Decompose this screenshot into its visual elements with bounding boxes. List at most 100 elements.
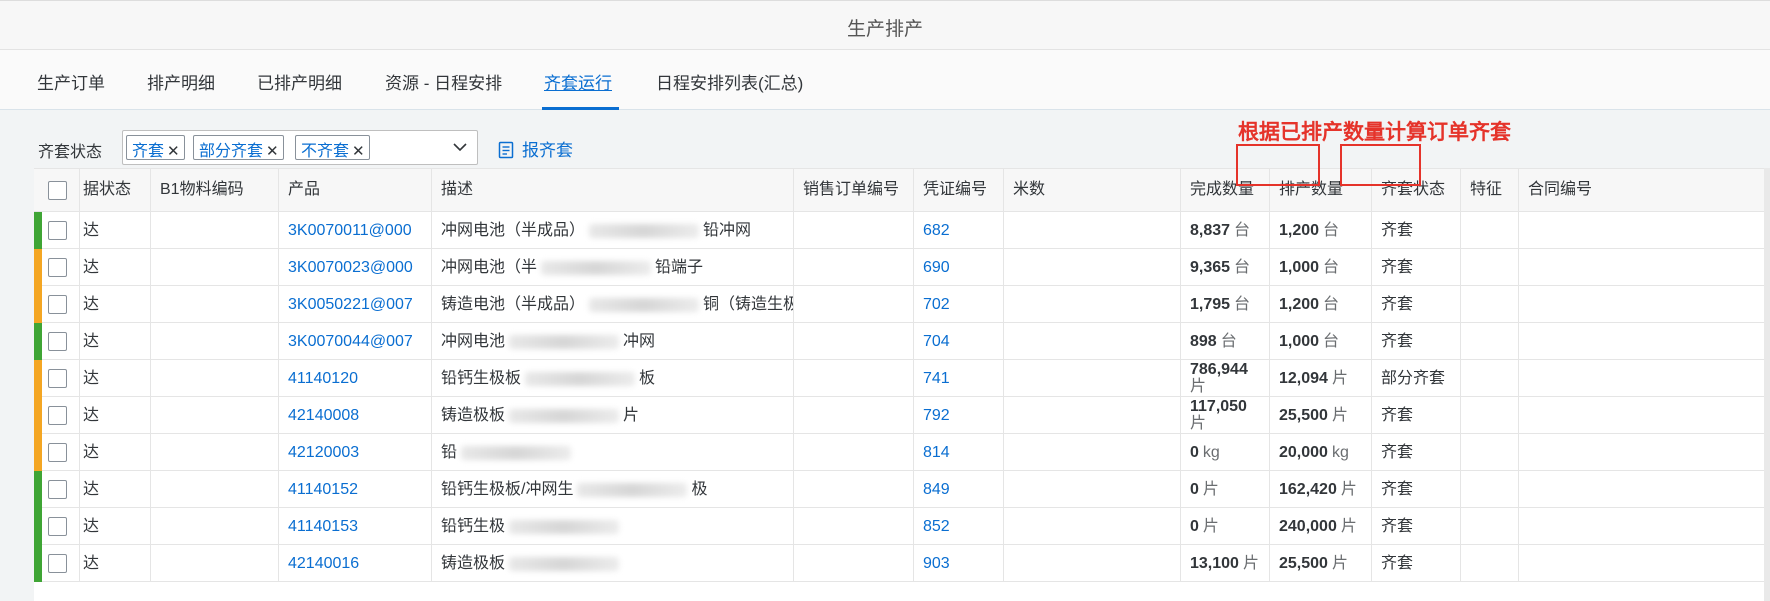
row-checkbox[interactable] (48, 443, 67, 462)
cell-meters (1004, 360, 1181, 397)
tab-scheduled-detail[interactable]: 已排产明细 (257, 69, 342, 94)
tab-schedule-list-summary[interactable]: 日程安排列表(汇总) (656, 69, 803, 94)
column-header-voucher[interactable]: 凭证编号 (914, 169, 1004, 212)
cell-product[interactable]: 41140152 (279, 471, 432, 508)
cell-b1-material-code (151, 360, 279, 397)
table-row[interactable]: 达3K0050221@007铸造电池（半成品）铜（铸造生极板）7021,795台… (34, 286, 1770, 323)
column-header-description[interactable]: 描述 (432, 169, 794, 212)
table-row[interactable]: 达 3K0070023@000 冲网电池（半 铅端子 690 9,365 台 1,000 台齐套 (34, 249, 1770, 286)
cell-product[interactable]: 41140120 (279, 360, 432, 397)
cell-voucher-text: 814 (923, 444, 950, 461)
cell-voucher[interactable]: 849 (914, 471, 1004, 508)
cell-product[interactable]: 3K0070044@007 (279, 323, 432, 360)
row-checkbox[interactable] (48, 517, 67, 536)
cell-kit-status: 齐套 (1372, 286, 1461, 323)
row-checkbox[interactable] (48, 369, 67, 388)
column-header-contract-no[interactable]: 合同编号 (1519, 169, 1770, 212)
cell-feature (1461, 508, 1519, 545)
cell-completed-qty: 9,365 台 (1181, 249, 1270, 286)
kit-status-multi-combo[interactable]: 齐套 ✕ 部分齐套 ✕ 不齐套 ✕ (122, 130, 478, 165)
tab-kit-run[interactable]: 齐套运行 (544, 69, 612, 94)
cell-kit-status: 齐套 (1372, 212, 1461, 249)
cell-voucher[interactable]: 792 (914, 397, 1004, 434)
filter-token[interactable]: 部分齐套 ✕ (193, 135, 284, 160)
filter-token[interactable]: 齐套 ✕ (126, 135, 185, 160)
cell-description: 铸造极板 (432, 545, 794, 582)
cell-meters (1004, 471, 1181, 508)
tab-production-order[interactable]: 生产订单 (37, 69, 105, 94)
table-row[interactable]: 达 42140016 铸造极板 903 13,100 片 25,500 片齐套 (34, 545, 1770, 582)
cell-voucher-text: 792 (923, 407, 950, 424)
column-header-sales-order[interactable]: 销售订单编号 (794, 169, 914, 212)
cell-kit-status: 齐套 (1372, 545, 1461, 582)
cell-product[interactable]: 42140016 (279, 545, 432, 582)
cell-voucher[interactable]: 852 (914, 508, 1004, 545)
cell-voucher[interactable]: 903 (914, 545, 1004, 582)
cell-scheduled-qty: 162,420 片 (1270, 471, 1372, 508)
filter-token[interactable]: 不齐套 ✕ (295, 135, 370, 160)
description-text: 板 (639, 370, 656, 387)
cell-description: 铅钙生极 (432, 508, 794, 545)
cell-product[interactable]: 42120003 (279, 434, 432, 471)
row-checkbox[interactable] (48, 554, 67, 573)
cell-status: 达 (80, 212, 151, 249)
table-row[interactable]: 达 42120003 铅 814 0 kg 20,000 kg 齐套 (34, 434, 1770, 471)
cell-description: 铸造极板 片 (432, 397, 794, 434)
cell-product[interactable]: 3K0070023@000 (279, 249, 432, 286)
table-row[interactable]: 达 41140153 铅钙生极 852 0 片 240,000 片齐套 (34, 508, 1770, 545)
row-checkbox[interactable] (48, 295, 67, 314)
row-checkbox[interactable] (48, 332, 67, 351)
column-header-status[interactable]: 据状态 (80, 169, 151, 212)
cell-feature (1461, 360, 1519, 397)
cell-voucher[interactable]: 814 (914, 434, 1004, 471)
cell-voucher[interactable]: 682 (914, 212, 1004, 249)
cell-product[interactable]: 3K0070011@000 (279, 212, 432, 249)
cell-completed-qty: 0 kg (1181, 434, 1270, 471)
table-row[interactable]: 达 41140120 铅钙生极板板 741 786,944 片 12,094 片部分齐套 (34, 360, 1770, 397)
cell-product[interactable]: 3K0050221@007 (279, 286, 432, 323)
cell-product[interactable]: 41140153 (279, 508, 432, 545)
unit-label: kg (1331, 444, 1349, 461)
token-remove-icon[interactable]: ✕ (266, 143, 279, 160)
cell-scheduled-qty: 1,200 台 (1270, 212, 1372, 249)
table-row[interactable]: 达 42140008 铸造极板片 792 117,050 片 25,500 片齐套 (34, 397, 1770, 434)
unit-label: 台 (1220, 333, 1237, 350)
scheduled-qty-value: 1,200 (1279, 222, 1320, 239)
cell-voucher[interactable]: 704 (914, 323, 1004, 360)
cell-meters (1004, 545, 1181, 582)
cell-completed-qty: 13,100 片 (1181, 545, 1270, 582)
token-remove-icon[interactable]: ✕ (167, 143, 180, 160)
cell-status-text: 达 (83, 296, 100, 313)
table-row[interactable]: 达 3K0070044@007 冲网电池 冲网 704 898 台 1,000 台齐套 (34, 323, 1770, 360)
token-remove-icon[interactable]: ✕ (352, 143, 365, 160)
completed-qty-value: 9,365 (1190, 259, 1231, 276)
column-header-feature[interactable]: 特征 (1461, 169, 1519, 212)
cell-scheduled-qty: 1,000 台 (1270, 249, 1372, 286)
completed-qty-value: 1,795 (1190, 296, 1231, 313)
redacted-text (461, 445, 572, 460)
row-checkbox[interactable] (48, 258, 67, 277)
tab-schedule-detail[interactable]: 排产明细 (147, 69, 215, 94)
table-row[interactable]: 达 3K0070011@000 冲网电池（半成品） 铅冲网 682 8,837 台 1,200… (34, 212, 1770, 249)
chevron-down-icon[interactable] (453, 140, 467, 154)
tab-resource-schedule[interactable]: 资源 - 日程安排 (385, 69, 502, 94)
cell-voucher[interactable]: 741 (914, 360, 1004, 397)
cell-description: 铸造电池（半成品） 铜（铸造生极板） (432, 286, 794, 323)
description-text: 铅端子 (655, 259, 704, 276)
cell-contract-no (1519, 545, 1770, 582)
redacted-text (509, 519, 620, 534)
cell-voucher[interactable]: 702 (914, 286, 1004, 323)
select-all-checkbox[interactable] (48, 181, 67, 200)
column-header-meters[interactable]: 米数 (1004, 169, 1181, 212)
column-header-b1-material-code[interactable]: B1物料编码 (151, 169, 279, 212)
row-checkbox[interactable] (48, 221, 67, 240)
table-row[interactable]: 达 41140152 铅钙生极板/冲网生极 849 0 片 162,420 片齐套 (34, 471, 1770, 508)
unit-label: 片 (1340, 518, 1357, 535)
report-kit-button[interactable]: 报齐套 (498, 136, 573, 161)
row-checkbox[interactable] (48, 406, 67, 425)
cell-product[interactable]: 42140008 (279, 397, 432, 434)
cell-voucher[interactable]: 690 (914, 249, 1004, 286)
row-checkbox[interactable] (48, 480, 67, 499)
vertical-scrollbar[interactable] (1764, 168, 1770, 601)
column-header-product[interactable]: 产品 (279, 169, 432, 212)
